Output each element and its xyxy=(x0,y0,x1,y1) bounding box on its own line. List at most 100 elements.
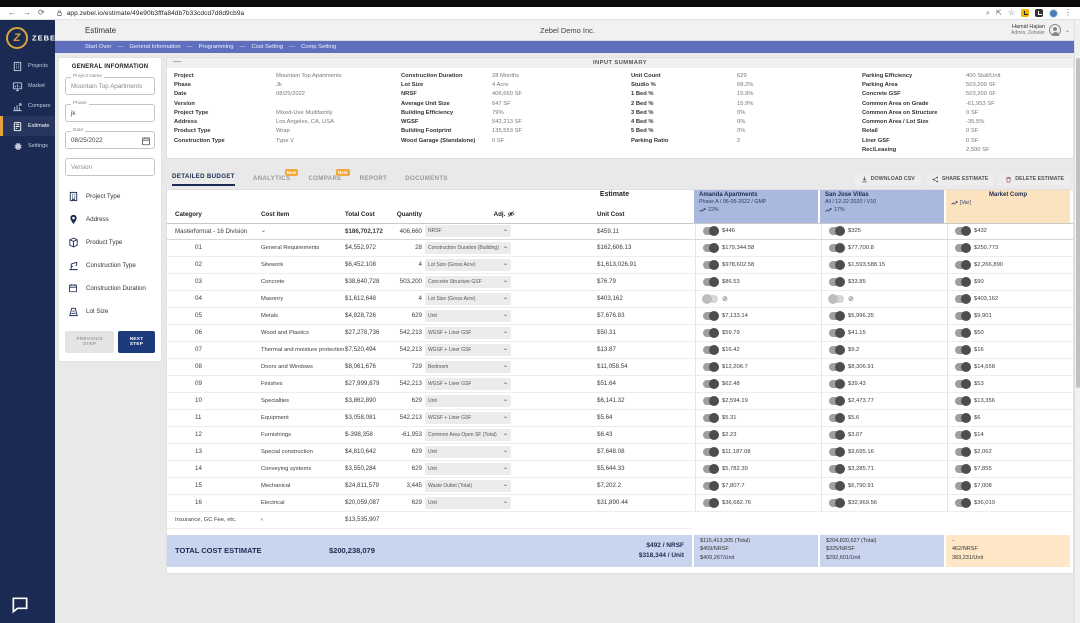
toggle-switch[interactable] xyxy=(955,244,970,252)
stepper-item-cost-setting[interactable]: Cost Setting xyxy=(251,44,283,50)
eye-off-icon[interactable] xyxy=(507,210,515,218)
adj-unit-dropdown[interactable]: Bedroom⌄ xyxy=(425,361,511,373)
delete-estimate-button[interactable]: DELETE ESTIMATE xyxy=(999,173,1070,186)
sidebar-item-market[interactable]: Market xyxy=(0,76,55,96)
toggle-switch[interactable] xyxy=(829,346,844,354)
toggle-switch[interactable] xyxy=(703,448,718,456)
tab-compare[interactable]: COMPARENew xyxy=(308,175,341,186)
extension-icon[interactable] xyxy=(1021,9,1029,17)
toggle-switch[interactable] xyxy=(955,499,970,507)
toggle-switch[interactable] xyxy=(829,431,844,439)
toggle-switch[interactable] xyxy=(829,278,844,286)
tab-detailed-budget[interactable]: DETAILED BUDGET xyxy=(172,173,235,186)
toggle-switch[interactable] xyxy=(703,499,718,507)
comparison-header-market-comp[interactable]: Market Comp [Var] xyxy=(944,190,1070,223)
stepper-item-programming[interactable]: Programming xyxy=(199,44,234,50)
toggle-switch[interactable] xyxy=(955,278,970,286)
toggle-switch[interactable] xyxy=(829,465,844,473)
stepper-item-general-information[interactable]: General Information xyxy=(129,44,180,50)
gi-link-product-type[interactable]: Product Type xyxy=(59,231,161,254)
download-csv-button[interactable]: DOWNLOAD CSV xyxy=(855,173,921,186)
adj-unit-dropdown[interactable]: Concrete Structure GSF⌄ xyxy=(425,276,511,288)
stepper-item-start-over[interactable]: Start Over xyxy=(85,44,111,50)
toggle-switch[interactable] xyxy=(703,482,718,490)
adj-unit-dropdown[interactable]: Unit⌄ xyxy=(425,463,511,475)
tab-documents[interactable]: DOCUMENTS xyxy=(405,175,448,186)
chevron-down-icon[interactable]: ⌄ xyxy=(261,228,266,234)
adj-unit-dropdown[interactable]: WGSF + Liner GSF⌄ xyxy=(425,327,511,339)
toggle-switch[interactable] xyxy=(955,414,970,422)
adj-unit-dropdown[interactable]: Common Area Open SF (Total)⌄ xyxy=(425,429,511,441)
stepper-item-comp-setting[interactable]: Comp Setting xyxy=(301,44,336,50)
toggle-switch[interactable] xyxy=(955,380,970,388)
toggle-switch[interactable] xyxy=(955,448,970,456)
project-name-field[interactable]: Project Name Mountain Top Apartments xyxy=(65,77,155,95)
toggle-switch[interactable] xyxy=(955,431,970,439)
toggle-switch[interactable] xyxy=(703,397,718,405)
toggle-switch[interactable] xyxy=(703,380,718,388)
adj-unit-dropdown[interactable]: NRSF⌄ xyxy=(425,225,511,237)
browser-refresh-button[interactable]: ⟳ xyxy=(38,9,45,17)
toggle-switch[interactable] xyxy=(829,329,844,337)
zebel-logo[interactable]: Z ZEBEL® xyxy=(0,20,55,56)
comparison-header-amanda-apartments[interactable]: Amanda Apartments Phase A / 06-05-2022 /… xyxy=(692,190,818,223)
adj-unit-dropdown[interactable]: Waste Outlet (Total)⌄ xyxy=(425,480,511,492)
toggle-switch[interactable] xyxy=(829,244,844,252)
toggle-switch[interactable] xyxy=(829,448,844,456)
toggle-switch[interactable] xyxy=(703,261,718,269)
zoom-icon[interactable]: ⌕ xyxy=(986,10,990,17)
chevron-left-icon[interactable]: ‹ xyxy=(253,516,345,523)
toggle-switch[interactable] xyxy=(829,312,844,320)
toggle-switch[interactable] xyxy=(955,227,970,235)
toggle-switch[interactable] xyxy=(703,227,718,235)
toggle-switch[interactable] xyxy=(955,329,970,337)
adj-unit-dropdown[interactable]: WGSF + Liner GSF⌄ xyxy=(425,412,511,424)
adj-unit-dropdown[interactable]: Unit⌄ xyxy=(425,395,511,407)
toggle-switch[interactable] xyxy=(703,244,718,252)
toggle-switch[interactable] xyxy=(703,278,718,286)
tab-report[interactable]: REPORT xyxy=(360,175,388,186)
browser-scrollbar[interactable] xyxy=(1074,20,1080,623)
adj-unit-dropdown[interactable]: Lot Size (Gross Acre)⌄ xyxy=(425,293,511,305)
share-page-icon[interactable]: ⇱ xyxy=(996,10,1002,17)
adj-unit-dropdown[interactable]: Construction Duration (Building)⌄ xyxy=(425,242,511,254)
toggle-switch[interactable] xyxy=(703,414,718,422)
masterformat-label[interactable]: Masterformat - 16 Division xyxy=(167,228,253,235)
tab-analytics[interactable]: ANALYTICSNew xyxy=(253,175,291,186)
adj-unit-dropdown[interactable]: Lot Size (Gross Acre)⌄ xyxy=(425,259,511,271)
toggle-switch[interactable] xyxy=(703,465,718,473)
sidebar-item-estimate[interactable]: Estimate xyxy=(0,116,55,136)
toggle-switch[interactable] xyxy=(829,482,844,490)
share-estimate-button[interactable]: SHARE ESTIMATE xyxy=(926,173,994,186)
sidebar-item-projects[interactable]: Projects xyxy=(0,56,55,76)
toggle-switch[interactable] xyxy=(703,312,718,320)
address-bar[interactable]: app.zebel.io/estimate/49e90b3fffa84db7b3… xyxy=(52,9,979,17)
toggle-switch[interactable] xyxy=(829,261,844,269)
toggle-switch[interactable] xyxy=(955,363,970,371)
next-step-button[interactable]: NEXT STEP xyxy=(118,331,155,353)
sidebar-item-settings[interactable]: Settings xyxy=(0,136,55,156)
gi-link-construction-duration[interactable]: Construction Duration xyxy=(59,277,161,300)
date-field[interactable]: Date 08/25/2022 xyxy=(65,131,155,149)
comparison-header-san-jose-villas[interactable]: San Jose Villas All / 12-22-2020 / V10 1… xyxy=(818,190,944,223)
calendar-icon[interactable] xyxy=(141,136,150,145)
adj-unit-dropdown[interactable]: Unit⌄ xyxy=(425,497,511,509)
gi-link-lot-size[interactable]: Lot Size xyxy=(59,300,161,323)
toggle-switch[interactable] xyxy=(955,312,970,320)
chat-launcher-icon[interactable] xyxy=(10,595,30,615)
adj-unit-dropdown[interactable]: WGSF + Liner GSF⌄ xyxy=(425,378,511,390)
browser-menu-icon[interactable]: ⋮ xyxy=(1064,9,1072,17)
sidebar-item-compare[interactable]: Compare xyxy=(0,96,55,116)
toggle-switch[interactable] xyxy=(703,431,718,439)
extension-icon[interactable] xyxy=(1035,9,1043,17)
adj-unit-dropdown[interactable]: Unit⌄ xyxy=(425,446,511,458)
collapse-summary-button[interactable]: — xyxy=(173,57,181,66)
toggle-switch[interactable] xyxy=(955,261,970,269)
phase-field[interactable]: Phase jk xyxy=(65,104,155,122)
toggle-switch[interactable] xyxy=(955,482,970,490)
gi-link-address[interactable]: Address xyxy=(59,208,161,231)
toggle-switch[interactable] xyxy=(703,329,718,337)
adj-unit-dropdown[interactable]: Unit⌄ xyxy=(425,310,511,322)
toggle-switch[interactable] xyxy=(829,499,844,507)
toggle-switch[interactable] xyxy=(955,465,970,473)
